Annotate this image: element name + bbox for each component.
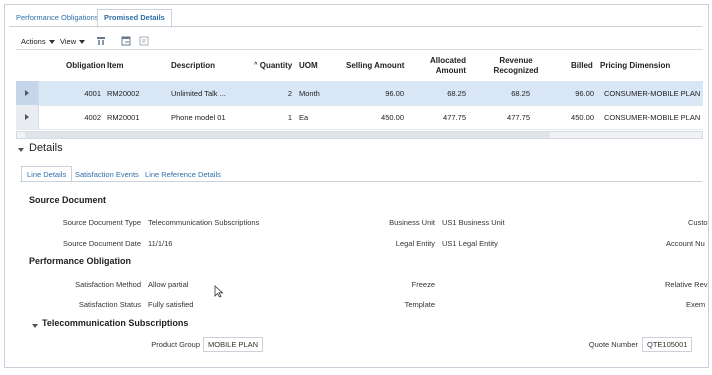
- cell-allocated-amount: 68.25: [447, 89, 466, 98]
- col-selling-amount[interactable]: Selling Amount: [346, 61, 404, 71]
- cell-quantity: 2: [287, 89, 292, 98]
- cell-revenue-recognized: 477.75: [507, 113, 530, 122]
- business-unit-label: Business Unit: [389, 218, 435, 227]
- satisfaction-status-value: Fully satisfied: [148, 300, 194, 309]
- col-item[interactable]: Item: [107, 61, 123, 71]
- col-pricing-dimension[interactable]: Pricing Dimension: [600, 61, 670, 71]
- actions-menu[interactable]: Actions: [21, 37, 55, 46]
- product-group-label: Product Group: [151, 340, 200, 349]
- col-obligation[interactable]: Obligation: [66, 61, 106, 71]
- quote-number-label: Quote Number: [588, 340, 638, 349]
- customer-label: Custo: [688, 218, 708, 227]
- satisfaction-method-label: Satisfaction Method: [75, 280, 141, 289]
- freeze-columns-icon[interactable]: [96, 36, 106, 46]
- col-quantity[interactable]: ^ Quantity: [254, 61, 292, 71]
- col-description[interactable]: Description: [171, 61, 215, 71]
- account-number-label: Account Nu: [666, 239, 705, 248]
- col-revenue-recognized-line1: Revenue: [499, 56, 533, 65]
- source-document-date-label: Source Document Date: [63, 239, 141, 248]
- tab-divider: [9, 26, 702, 27]
- cell-quantity: 1: [287, 113, 292, 122]
- col-revenue-recognized-line2: Recognized: [493, 65, 539, 75]
- cell-billed: 450.00: [571, 113, 594, 122]
- cell-item: RM20001: [107, 113, 140, 122]
- tab-satisfaction-events[interactable]: Satisfaction Events: [75, 170, 139, 179]
- tab-performance-obligations[interactable]: Performance Obligations: [10, 10, 105, 26]
- exempt-label: Exem: [686, 300, 706, 309]
- details-tab-divider: [20, 181, 702, 182]
- tab-line-reference-details[interactable]: Line Reference Details: [145, 170, 221, 179]
- cell-uom: Ea: [299, 113, 309, 122]
- collapse-details-icon[interactable]: [18, 145, 24, 154]
- cell-billed: 96.00: [575, 89, 594, 98]
- cell-uom: Month: [299, 89, 320, 98]
- table-header: Obligation Item Description ^ Quantity U…: [16, 49, 703, 83]
- source-document-type-label: Source Document Type: [62, 218, 141, 227]
- quote-number-field[interactable]: QTE105001: [642, 337, 693, 352]
- details-title: Details: [29, 142, 63, 154]
- satisfaction-method-value: Allow partial: [148, 280, 189, 289]
- cell-allocated-amount: 477.75: [443, 113, 466, 122]
- cell-selling-amount: 96.00: [385, 89, 404, 98]
- detach-icon[interactable]: [121, 36, 131, 46]
- col-billed[interactable]: Billed: [571, 61, 593, 71]
- template-label: Template: [404, 300, 435, 309]
- cell-obligation: 4001: [84, 89, 101, 98]
- cell-selling-amount: 450.00: [381, 113, 404, 122]
- source-document-type-value: Telecommunication Subscriptions: [148, 218, 260, 227]
- table-row[interactable]: 4001 RM20002 Unlimited Talk ... 2 Month …: [16, 81, 703, 106]
- table-row[interactable]: 4002 RM20001 Phone model 01 1 Ea 450.00 …: [16, 105, 703, 130]
- col-revenue-recognized[interactable]: Revenue Recognized: [486, 56, 546, 75]
- mouse-cursor-icon: [214, 285, 224, 298]
- legal-entity-value: US1 Legal Entity: [442, 239, 498, 248]
- business-unit-value: US1 Business Unit: [442, 218, 505, 227]
- col-allocated-amount[interactable]: Allocated Amount: [428, 56, 466, 75]
- col-uom[interactable]: UOM: [299, 61, 318, 71]
- section-performance-obligation: Performance Obligation: [29, 256, 132, 266]
- cell-pricing-dimension: CONSUMER-MOBILE PLAN: [604, 89, 701, 98]
- source-document-date-value: 11/1/16: [148, 239, 173, 248]
- collapse-telecom-icon[interactable]: [32, 321, 38, 330]
- col-allocated-amount-line1: Allocated: [429, 56, 466, 65]
- wrap-icon[interactable]: [139, 36, 149, 46]
- legal-entity-label: Legal Entity: [395, 239, 435, 248]
- freeze-label: Freeze: [411, 280, 435, 289]
- cell-item: RM20002: [107, 89, 140, 98]
- cell-description: Unlimited Talk ...: [171, 89, 226, 98]
- expand-row-icon[interactable]: [16, 105, 39, 129]
- scrollbar-thumb[interactable]: [25, 132, 550, 138]
- cell-revenue-recognized: 68.25: [511, 89, 530, 98]
- cell-obligation: 4002: [84, 113, 101, 122]
- col-allocated-amount-line2: Amount: [435, 65, 466, 75]
- product-group-field[interactable]: MOBILE PLAN: [203, 337, 264, 352]
- cell-description: Phone model 01: [171, 113, 226, 122]
- section-telecommunication-subscriptions: Telecommunication Subscriptions: [42, 318, 189, 328]
- table-horizontal-scrollbar[interactable]: [16, 131, 703, 139]
- section-source-document: Source Document: [29, 195, 107, 205]
- relative-revenue-label: Relative Rev: [665, 280, 708, 289]
- cell-pricing-dimension: CONSUMER-MOBILE PLAN: [604, 113, 701, 122]
- view-menu[interactable]: View: [60, 37, 85, 46]
- satisfaction-status-label: Satisfaction Status: [78, 300, 141, 309]
- expand-row-icon[interactable]: [16, 81, 39, 105]
